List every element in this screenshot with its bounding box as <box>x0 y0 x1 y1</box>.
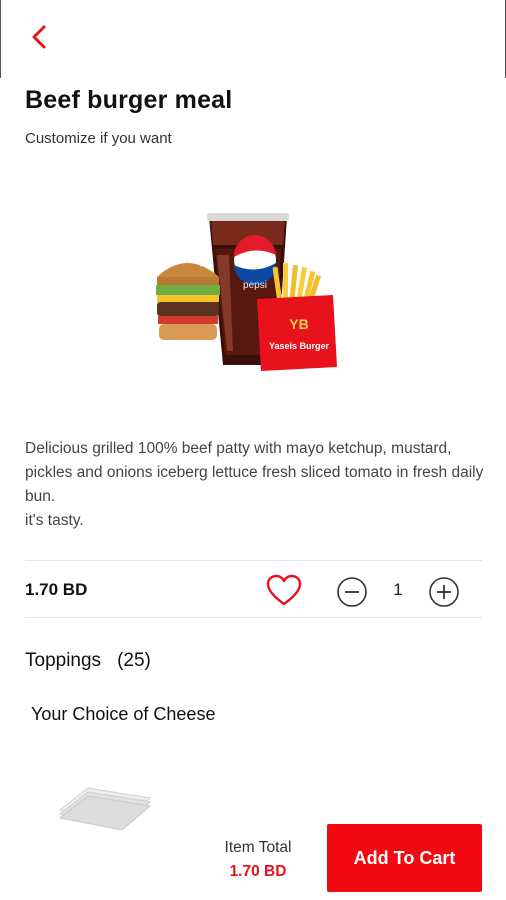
decrease-quantity-button[interactable] <box>336 576 368 608</box>
back-button[interactable] <box>24 22 54 52</box>
burger <box>156 259 220 340</box>
toppings-count: (25) <box>117 650 151 671</box>
favorite-button[interactable] <box>266 574 302 608</box>
quantity-value: 1 <box>393 580 403 599</box>
toppings-header: Toppings (25) <box>25 650 151 672</box>
item-total-label: Item Total <box>224 839 292 856</box>
heart-icon <box>266 574 302 606</box>
svg-text:YB: YB <box>289 316 308 332</box>
minus-circle-icon <box>337 577 367 607</box>
cheese-image[interactable] <box>58 780 152 830</box>
chevron-left-icon <box>32 25 46 49</box>
brand-text: pepsi <box>243 280 267 291</box>
product-price: 1.70 BD <box>25 580 88 599</box>
cheese-choice-label: Your Choice of Cheese <box>31 704 216 724</box>
product-title: Beef burger meal <box>25 86 233 114</box>
meal-image: pepsi YB Yaseis Burger <box>156 213 337 371</box>
toppings-label: Toppings <box>25 650 102 671</box>
product-description: Delicious grilled 100% beef patty with m… <box>25 437 485 533</box>
bag-text: Yaseis Burger <box>269 341 330 351</box>
item-total-value: 1.70 BD <box>229 863 287 880</box>
increase-quantity-button[interactable] <box>428 576 460 608</box>
plus-circle-icon <box>429 577 459 607</box>
left-edge-line <box>0 0 1 78</box>
divider-top <box>25 560 482 561</box>
description-text: Delicious grilled 100% beef patty with m… <box>25 440 484 505</box>
divider-bottom <box>25 617 482 618</box>
add-to-cart-button[interactable]: Add To Cart <box>327 824 482 892</box>
description-note: it's tasty. <box>25 512 84 529</box>
product-subtitle: Customize if you want <box>25 130 172 147</box>
